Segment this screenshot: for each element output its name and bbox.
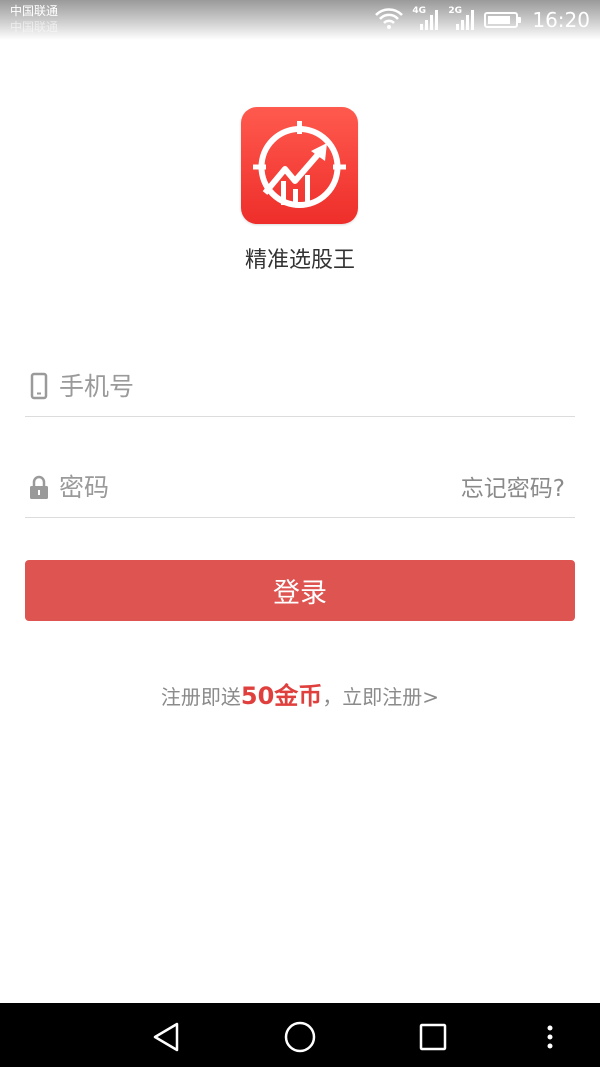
register-link[interactable]: 注册即送50金币，立即注册>	[0, 676, 600, 711]
status-bar: 中国联通 中国联通 4G 2G 16:20	[0, 0, 600, 40]
password-field: 忘记密码?	[25, 457, 575, 518]
battery-icon	[484, 12, 522, 28]
app-name: 精准选股王	[244, 248, 355, 273]
app-logo	[241, 107, 358, 224]
signal-icon-2: 2G	[448, 6, 476, 32]
recents-square-icon[interactable]	[413, 1017, 453, 1057]
phone-field	[25, 356, 575, 417]
home-circle-icon[interactable]	[280, 1017, 320, 1057]
register-prefix: 注册即送	[160, 685, 241, 709]
phone-icon	[27, 372, 51, 400]
status-icons: 4G 2G 16:20	[374, 6, 590, 34]
clock: 16:20	[532, 8, 590, 32]
carrier-label: 中国联通	[10, 4, 59, 18]
carrier-label-secondary: 中国联通	[10, 20, 59, 34]
more-dots-icon[interactable]	[530, 1017, 570, 1057]
forgot-password-link[interactable]: 忘记密码?	[461, 469, 565, 503]
wifi-icon	[374, 6, 404, 34]
phone-input[interactable]	[59, 366, 439, 406]
register-reward: 50金币	[240, 682, 323, 710]
navigation-bar	[0, 1003, 600, 1067]
target-chart-icon	[253, 121, 346, 208]
signal-icon-1: 4G	[412, 6, 440, 32]
register-suffix: ，立即注册>	[322, 685, 440, 709]
password-input[interactable]	[59, 467, 439, 507]
login-button[interactable]: 登录	[25, 560, 575, 621]
back-triangle-icon[interactable]	[147, 1017, 187, 1057]
lock-icon	[27, 473, 51, 501]
